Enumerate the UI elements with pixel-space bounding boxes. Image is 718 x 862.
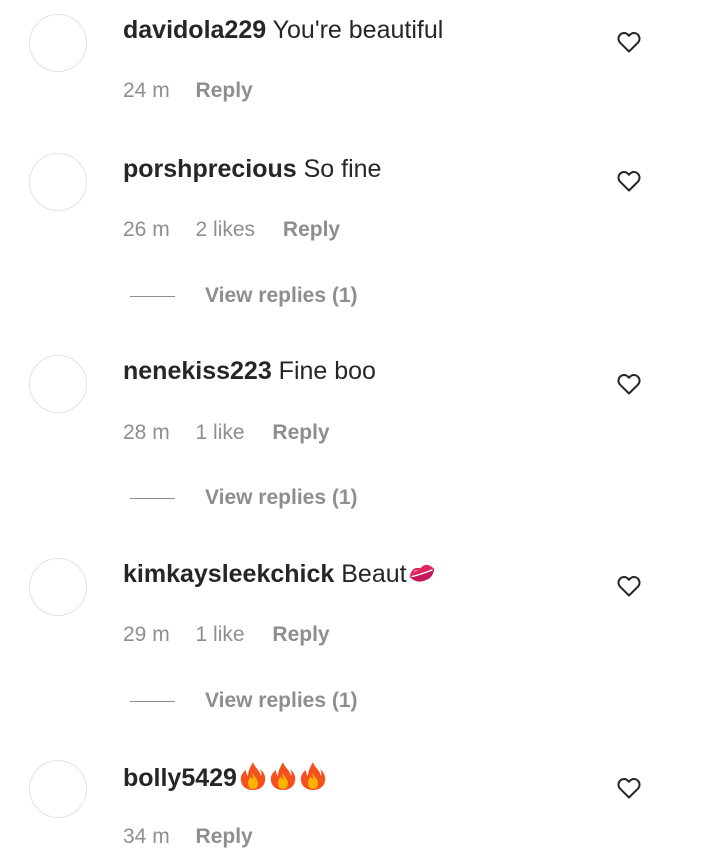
comment-body: davidola229 You're beautiful — [123, 15, 443, 45]
comment-time: 28 m — [123, 421, 170, 444]
heart-outline-icon[interactable] — [617, 575, 641, 597]
avatar[interactable] — [29, 355, 87, 413]
comment-time: 34 m — [123, 825, 170, 848]
comment-username[interactable]: porshprecious — [123, 155, 297, 183]
reply-button[interactable]: Reply — [283, 217, 340, 243]
replies-divider — [130, 701, 175, 702]
kiss-mark-icon — [407, 561, 437, 592]
view-replies-button[interactable]: View replies (1) — [205, 687, 358, 715]
comment-text: So fine — [303, 155, 382, 183]
comment-text: You're beautiful — [272, 16, 444, 44]
avatar[interactable] — [29, 760, 87, 818]
replies-divider — [130, 296, 175, 297]
heart-outline-icon[interactable] — [617, 777, 641, 799]
reply-button[interactable]: Reply — [272, 622, 329, 648]
comment-likes[interactable]: 1 like — [196, 622, 245, 648]
heart-outline-icon[interactable] — [617, 373, 641, 395]
comment-meta: 34 m Reply — [123, 824, 253, 850]
comment-username[interactable]: nenekiss223 — [123, 357, 272, 385]
fire-icon — [299, 761, 327, 798]
view-replies-row: View replies (1) — [0, 282, 718, 312]
comment-body: bolly5429 — [123, 761, 327, 798]
reply-button[interactable]: Reply — [272, 420, 329, 446]
comment-body: porshprecious So fine — [123, 154, 381, 184]
comment-time: 26 m — [123, 218, 170, 241]
reply-button[interactable]: Reply — [196, 78, 253, 104]
view-replies-row: View replies (1) — [0, 484, 718, 514]
view-replies-button[interactable]: View replies (1) — [205, 484, 358, 512]
comment-likes[interactable]: 2 likes — [196, 217, 256, 243]
comment-meta: 24 m Reply — [123, 78, 253, 104]
comment-text: Fine boo — [278, 357, 376, 385]
comment-meta: 26 m 2 likes Reply — [123, 217, 340, 243]
comment-text: Beaut — [341, 560, 407, 588]
avatar[interactable] — [29, 153, 87, 211]
view-replies-button[interactable]: View replies (1) — [205, 282, 358, 310]
heart-outline-icon[interactable] — [617, 170, 641, 192]
comment-body: nenekiss223 Fine boo — [123, 356, 376, 386]
comment-username[interactable]: bolly5429 — [123, 764, 237, 792]
comment-username[interactable]: kimkaysleekchick — [123, 560, 334, 588]
comment-time: 29 m — [123, 623, 170, 646]
heart-outline-icon[interactable] — [617, 31, 641, 53]
replies-divider — [130, 498, 175, 499]
view-replies-row: View replies (1) — [0, 687, 718, 717]
comment-likes[interactable]: 1 like — [196, 420, 245, 446]
comment-meta: 28 m 1 like Reply — [123, 420, 330, 446]
fire-icon — [239, 761, 267, 798]
avatar[interactable] — [29, 558, 87, 616]
comment-time: 24 m — [123, 79, 170, 102]
comment-username[interactable]: davidola229 — [123, 16, 266, 44]
comment-meta: 29 m 1 like Reply — [123, 622, 330, 648]
comment-body: kimkaysleekchick Beaut — [123, 559, 437, 592]
fire-icon — [269, 761, 297, 798]
avatar[interactable] — [29, 14, 87, 72]
reply-button[interactable]: Reply — [196, 824, 253, 850]
